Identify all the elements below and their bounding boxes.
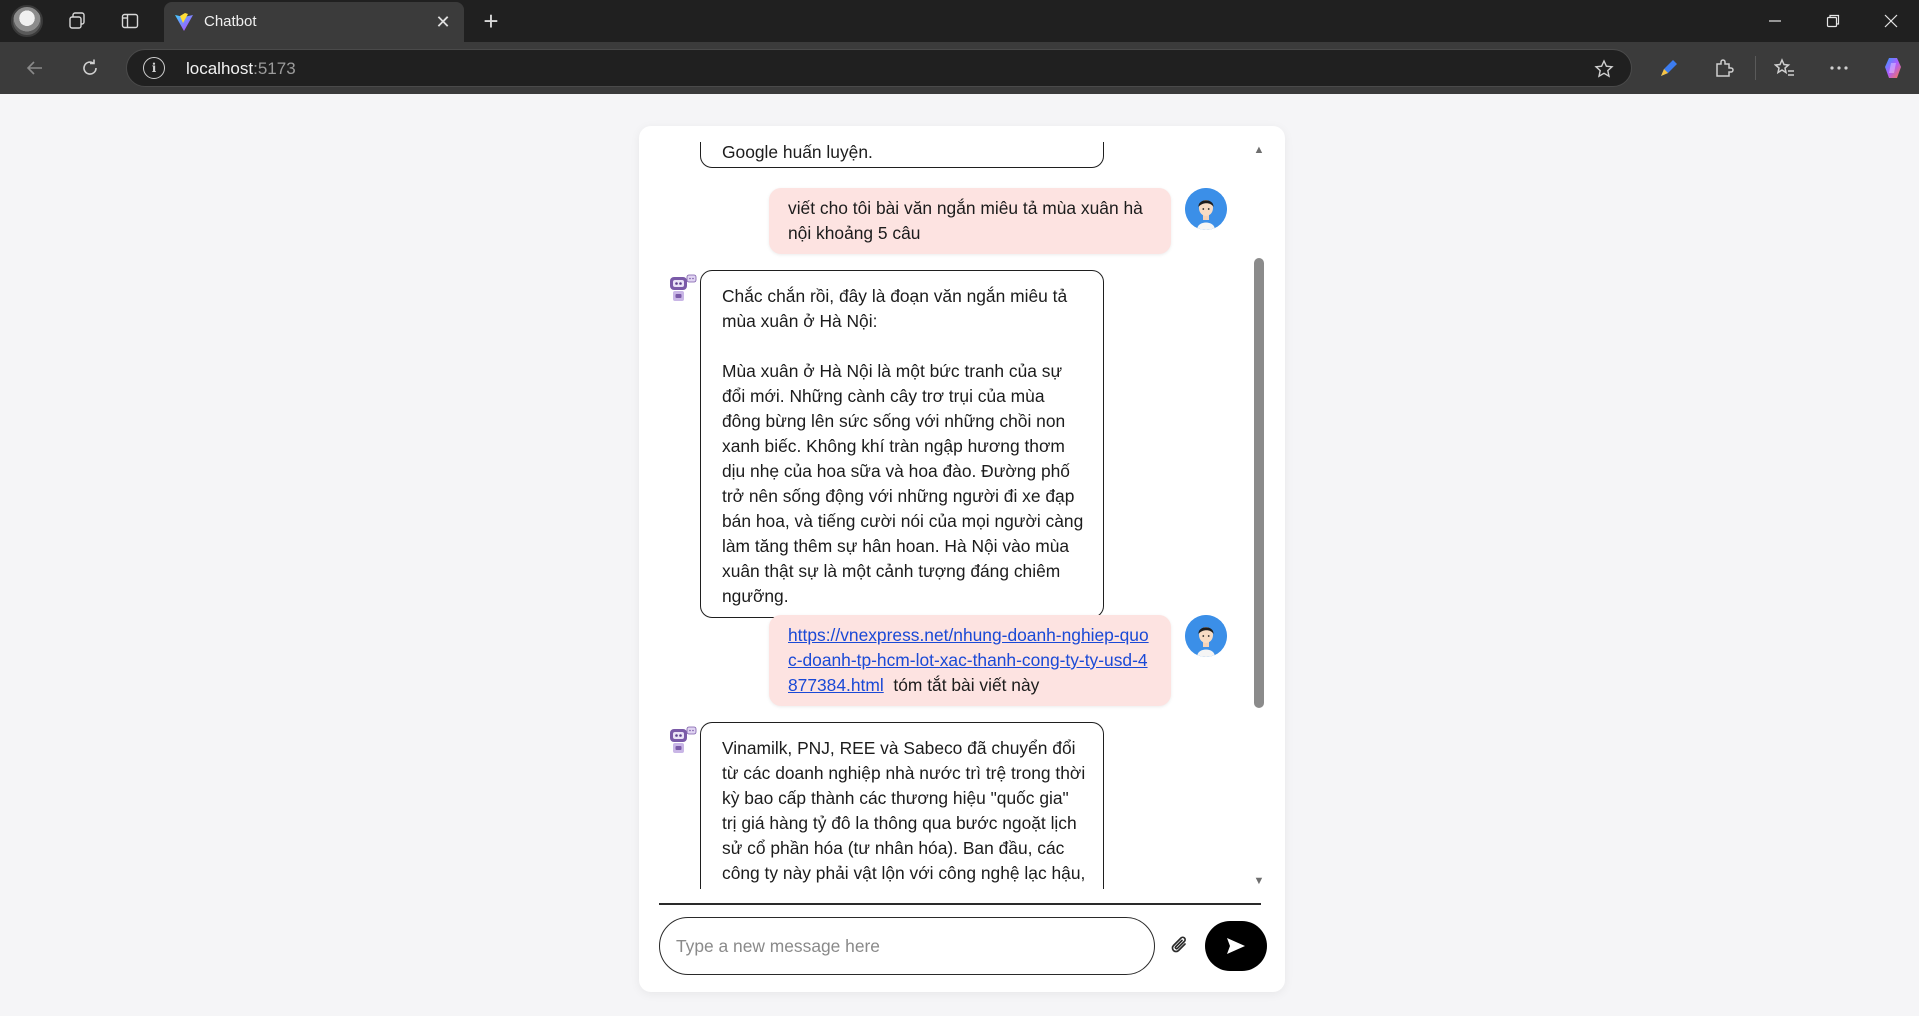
new-tab-icon[interactable]: + [476, 6, 506, 36]
copilot-pen-icon[interactable] [1653, 52, 1685, 84]
profile-avatar[interactable] [11, 5, 43, 37]
favorite-star-icon[interactable] [1591, 56, 1617, 82]
user-message-text: viết cho tôi bài văn ngắn miêu tả mùa xu… [788, 198, 1143, 243]
copilot-icon[interactable] [1878, 52, 1910, 84]
user-message: viết cho tôi bài văn ngắn miêu tả mùa xu… [769, 188, 1171, 254]
restore-icon[interactable] [1805, 0, 1861, 42]
url-port: :5173 [253, 59, 296, 78]
favorites-icon[interactable] [1769, 52, 1801, 84]
send-button[interactable] [1205, 921, 1267, 971]
composer-divider [659, 903, 1261, 905]
more-menu-icon[interactable] [1823, 52, 1855, 84]
toolbar-divider [1755, 56, 1756, 80]
user-message-text: tóm tắt bài viết này [893, 675, 1040, 695]
send-arrow-icon [1227, 938, 1245, 954]
bot-message: Google huấn luyện. [700, 142, 1104, 168]
user-message: https://vnexpress.net/nhung-doanh-nghiep… [769, 615, 1171, 706]
bot-avatar-icon [666, 724, 698, 756]
scroll-up-arrow-icon[interactable]: ▲ [1253, 144, 1265, 156]
bot-message-text: Vinamilk, PNJ, REE và Sabeco đã chuyển đ… [722, 738, 1086, 889]
url-text[interactable]: localhost:5173 [186, 59, 296, 79]
bot-message-text: Chắc chắn rồi, đây là đoạn văn ngắn miêu… [722, 286, 1084, 606]
refresh-icon[interactable] [74, 52, 106, 84]
close-tab-icon[interactable]: ✕ [430, 9, 456, 35]
vertical-tabs-icon[interactable] [115, 6, 145, 36]
bot-avatar-icon [666, 272, 698, 304]
workspaces-icon[interactable] [62, 6, 92, 36]
bot-message: Chắc chắn rồi, đây là đoạn văn ngắn miêu… [700, 270, 1104, 618]
browser-tab-bar: Chatbot ✕ + [0, 0, 1919, 42]
scroll-down-arrow-icon[interactable]: ▼ [1253, 875, 1265, 887]
extensions-icon[interactable] [1708, 52, 1740, 84]
tab-title: Chatbot [204, 13, 257, 30]
url-host: localhost [186, 59, 254, 78]
bot-message: Vinamilk, PNJ, REE và Sabeco đã chuyển đ… [700, 722, 1104, 889]
scrollbar-thumb[interactable] [1254, 258, 1264, 708]
close-window-icon[interactable] [1863, 0, 1919, 42]
user-avatar [1185, 188, 1227, 230]
vite-favicon-icon [174, 12, 194, 32]
message-input[interactable] [659, 917, 1155, 975]
tab-chatbot[interactable]: Chatbot ✕ [164, 2, 464, 42]
attach-paperclip-icon[interactable] [1167, 930, 1193, 960]
page-viewport: Google huấn luyện. viết cho tôi bài văn … [5, 94, 1914, 1016]
chat-window: Google huấn luyện. viết cho tôi bài văn … [639, 126, 1285, 992]
site-info-icon[interactable]: i [143, 57, 165, 79]
message-scrollbar[interactable]: ▲ ▼ [1251, 142, 1267, 889]
user-avatar [1185, 615, 1227, 657]
address-bar[interactable]: i localhost:5173 [126, 49, 1632, 87]
back-arrow-icon[interactable] [19, 52, 51, 84]
message-list[interactable]: Google huấn luyện. viết cho tôi bài văn … [639, 142, 1259, 889]
minimize-icon[interactable] [1747, 0, 1803, 42]
browser-toolbar: i localhost:5173 [0, 42, 1919, 94]
bot-message-text: Google huấn luyện. [722, 142, 873, 162]
